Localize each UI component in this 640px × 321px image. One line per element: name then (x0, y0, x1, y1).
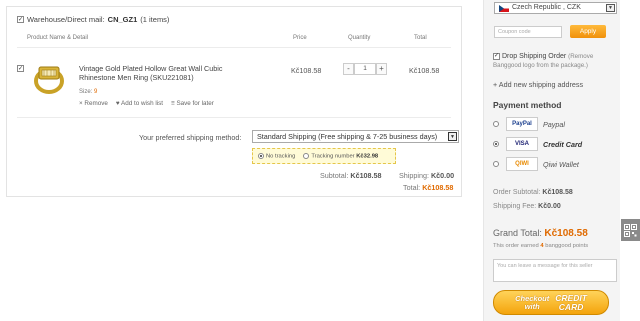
warehouse-label: Warehouse/Direct mail: (27, 15, 105, 24)
radio-icon[interactable] (493, 121, 499, 127)
credit-card-logo-icon: VISA (506, 137, 538, 151)
payment-option-qiwi[interactable]: QIWI Qiwi Wallet (493, 157, 579, 171)
product-total: Kč108.58 (409, 66, 440, 75)
coupon-input[interactable]: Coupon code (494, 26, 562, 38)
product-size: Size: 9 (79, 89, 98, 95)
tracking-options: No tracking Tracking number Kč32.98 (252, 148, 396, 164)
czech-flag-icon (499, 5, 509, 12)
qty-input[interactable]: 1 (354, 63, 376, 75)
shipping-fee-row: Shipping Fee: Kč0.00 (493, 203, 561, 210)
add-to-wishlist-link[interactable]: ♥ Add to wish list (116, 100, 163, 107)
drop-shipping-option: ✓ Drop Shipping Order (Remove Banggood lo… (493, 52, 594, 69)
radio-selected-icon[interactable] (493, 141, 499, 147)
qty-minus-button[interactable]: - (343, 63, 354, 75)
product-price: Kč108.58 (291, 66, 322, 75)
warehouse-count: (1 items) (140, 15, 170, 24)
apply-coupon-button[interactable]: Apply (570, 25, 606, 38)
qr-code-icon[interactable] (621, 219, 640, 241)
payment-method-title: Payment method (493, 100, 562, 110)
product-name[interactable]: Vintage Gold Plated Hollow Great Wall Cu… (79, 64, 239, 82)
radio-icon[interactable] (303, 152, 310, 159)
subtotal-row: Subtotal: Kč108.58 (320, 171, 382, 180)
drop-shipping-checkbox[interactable]: ✓ (493, 52, 500, 60)
cart-panel: ✓ Warehouse/Direct mail: CN_GZ1 (1 items… (6, 6, 462, 197)
product-checkbox[interactable]: ✓ (17, 65, 24, 72)
product-image[interactable] (29, 61, 69, 97)
quantity-stepper: - 1 + (343, 63, 387, 75)
col-total: Total (414, 35, 427, 41)
col-quantity: Quantity (348, 35, 371, 41)
col-product: Product Name & Detail (27, 35, 89, 41)
no-tracking-option[interactable]: No tracking (258, 152, 295, 159)
save-for-later-link[interactable]: ≡ Save for later (171, 100, 214, 107)
col-price: Price (293, 35, 307, 41)
add-shipping-address-link[interactable]: + Add new shipping address (493, 80, 583, 89)
remove-link[interactable]: × Remove (79, 100, 108, 107)
seller-message-input[interactable]: You can leave a message for this seller (493, 259, 617, 282)
order-sidebar: Czech Republic , CZK ▼ Coupon code Apply… (483, 0, 620, 321)
tracking-number-option[interactable]: Tracking number Kč32.98 (303, 152, 378, 159)
payment-option-paypal[interactable]: PayPal Paypal (493, 117, 565, 131)
divider (17, 47, 451, 48)
chevron-down-icon[interactable]: ▼ (606, 4, 615, 12)
warehouse-checkbox[interactable]: ✓ (17, 16, 24, 23)
warehouse-code: CN_GZ1 (107, 15, 138, 24)
column-headers: Product Name & Detail Price Quantity Tot… (27, 35, 451, 45)
paypal-logo-icon: PayPal (506, 117, 538, 131)
grand-total: Grand Total: Kč108.58 (493, 228, 588, 239)
total-row: Total: Kč108.58 (403, 183, 454, 192)
shipping-row: Shipping: Kč0.00 (399, 171, 455, 180)
points-earned-note: This order earned 4 banggood points (493, 243, 589, 249)
qiwi-logo-icon: QIWI (506, 157, 538, 171)
radio-selected-icon[interactable] (258, 152, 264, 159)
order-subtotal-row: Order Subtotal: Kč108.58 (493, 189, 573, 196)
chevron-down-icon[interactable]: ▼ (448, 132, 457, 141)
warehouse-header: ✓ Warehouse/Direct mail: CN_GZ1 (1 items… (17, 15, 169, 24)
checkout-credit-card-button[interactable]: Checkout with CREDIT CARD (493, 290, 609, 315)
shipping-method-label: Your preferred shipping method: (139, 133, 242, 142)
payment-option-credit-card[interactable]: VISA Credit Card (493, 137, 582, 151)
product-actions: × Remove ♥ Add to wish list ≡ Save for l… (79, 100, 214, 107)
country-currency-select[interactable]: Czech Republic , CZK ▼ (494, 2, 617, 14)
divider (17, 117, 451, 118)
qty-plus-button[interactable]: + (376, 63, 387, 75)
shipping-method-select[interactable]: Standard Shipping (Free shipping & 7-25 … (252, 130, 459, 143)
radio-icon[interactable] (493, 161, 499, 167)
